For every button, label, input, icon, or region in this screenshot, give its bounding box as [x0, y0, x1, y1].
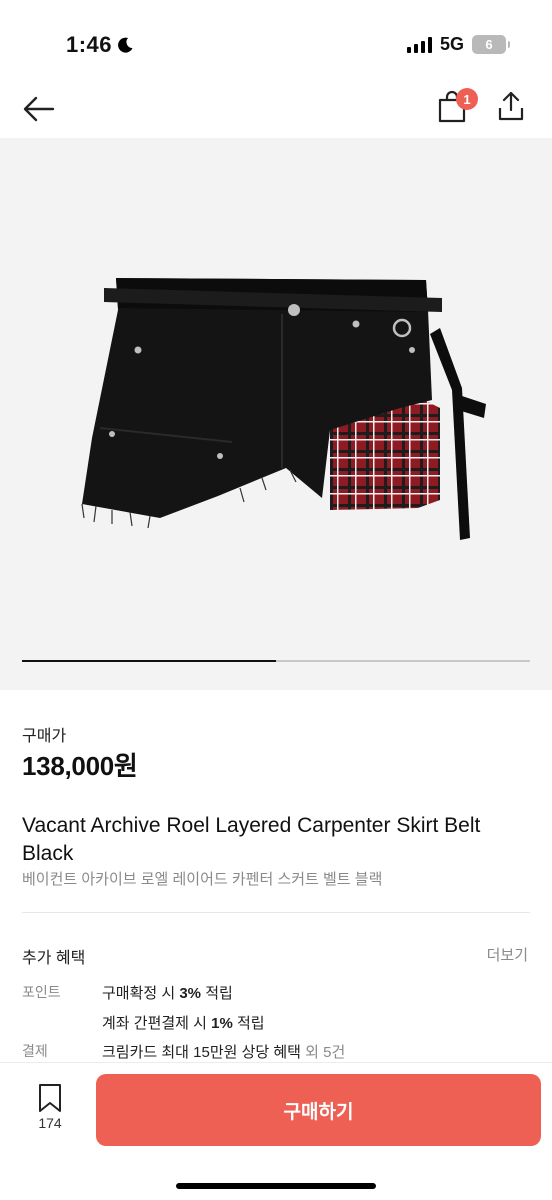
- back-button[interactable]: [20, 90, 58, 128]
- benefits-title: 추가 혜택: [22, 950, 86, 967]
- bookmark-count: 174: [38, 1115, 62, 1131]
- signal-icon: [406, 36, 432, 53]
- benefit-text: 적립: [232, 1015, 265, 1032]
- benefit-extra-count: 외 5건: [300, 1044, 346, 1061]
- battery-icon: 6: [472, 35, 510, 54]
- benefit-rate: 3%: [179, 985, 202, 1002]
- benefit-row-text: 계좌 간편결제 시 1% 적립: [102, 1012, 265, 1033]
- share-button[interactable]: [496, 90, 532, 128]
- section-divider: [22, 912, 530, 913]
- benefit-rate: 1%: [211, 1015, 233, 1032]
- moon-icon: [118, 37, 133, 53]
- benefit-row-label: 포인트: [22, 984, 61, 1000]
- bottom-action-bar: 174 구매하기: [0, 1062, 552, 1200]
- benefit-row-text: 구매확정 시 3% 적립: [102, 982, 233, 1003]
- benefit-text: 구매확정 시: [102, 985, 180, 1002]
- price-label: 구매가: [22, 728, 67, 745]
- bookmark-button[interactable]: 174: [22, 1083, 78, 1139]
- benefit-text: 적립: [201, 985, 233, 1002]
- gallery-page-indicator: [22, 660, 530, 662]
- product-title: Vacant Archive Roel Layered Carpenter Sk…: [22, 814, 481, 865]
- share-icon: [498, 91, 524, 121]
- home-indicator: [176, 1183, 376, 1189]
- product-subtitle: 베이컨트 아카이브 로엘 레이어드 카펜터 스커트 벨트 블랙: [22, 871, 383, 888]
- battery-level: 6: [485, 37, 493, 52]
- more-link[interactable]: 더보기: [487, 944, 528, 965]
- buy-button[interactable]: 구매하기: [96, 1074, 541, 1146]
- status-indicators: 5G 6: [406, 34, 510, 55]
- benefit-row-text: 크림카드 최대 15만원 상당 혜택 외 5건: [102, 1041, 345, 1062]
- product-image: [81, 278, 486, 540]
- back-arrow-icon: [23, 96, 55, 122]
- benefit-text: 계좌 간편결제 시: [102, 1015, 212, 1032]
- benefit-text: 크림카드 최대 15만원 상당 혜택: [102, 1044, 301, 1061]
- benefit-row-label: 결제: [22, 1043, 48, 1059]
- cart-count-badge: 1: [456, 88, 478, 110]
- status-time: 1:46: [66, 32, 134, 58]
- price-value: 138,000원: [22, 751, 138, 781]
- time-label: 1:46: [66, 32, 113, 57]
- product-image-gallery[interactable]: [0, 138, 552, 690]
- bookmark-icon: [39, 1084, 61, 1112]
- gallery-page-indicator-active: [22, 660, 276, 662]
- network-label: 5G: [439, 34, 464, 54]
- status-bar: 1:46 5G 6: [0, 0, 552, 80]
